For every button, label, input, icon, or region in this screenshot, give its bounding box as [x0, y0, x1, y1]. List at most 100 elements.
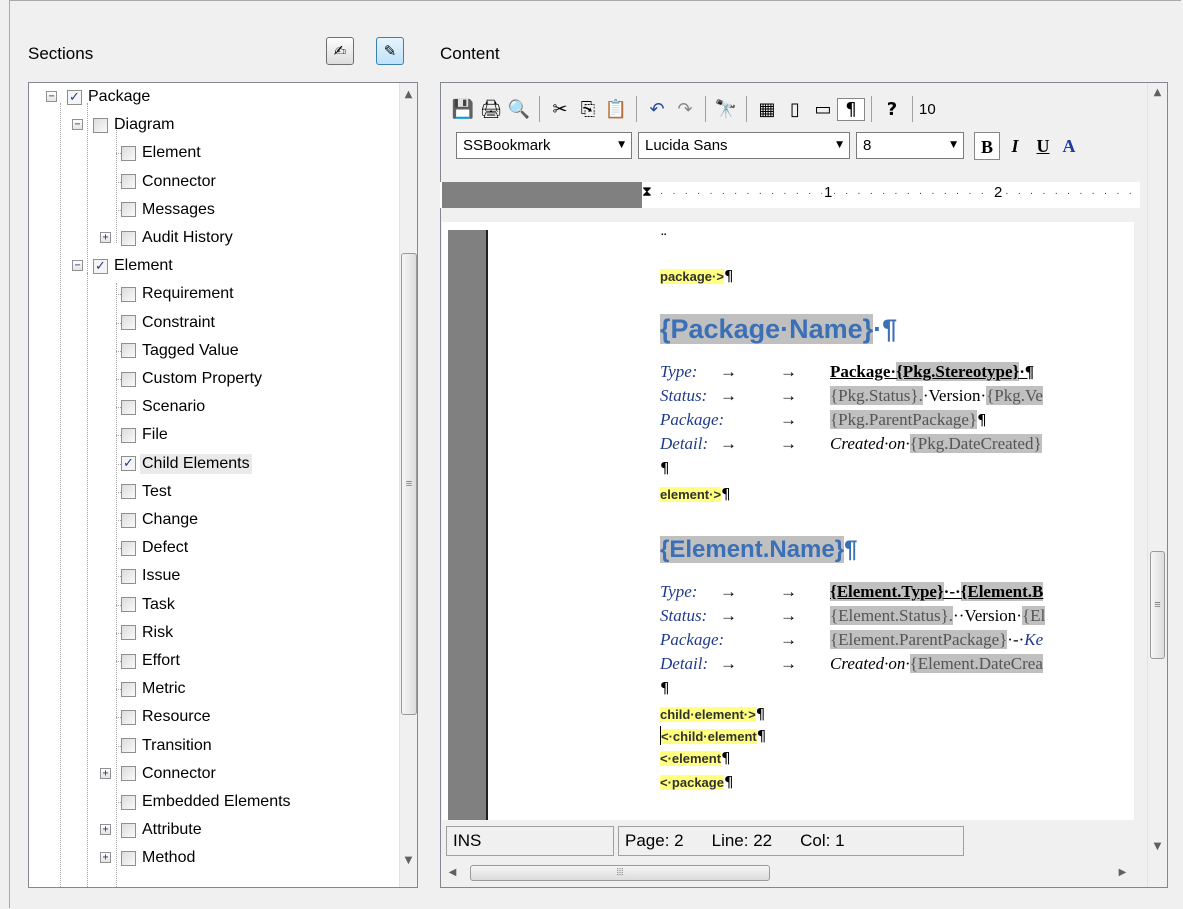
check-all-button[interactable]: ✍ [326, 37, 354, 65]
tree-item-custom-property[interactable]: Custom Property [121, 365, 264, 393]
tree-item-attribute[interactable]: Attribute [121, 816, 204, 844]
tree-item-connector[interactable]: Connector [121, 168, 218, 196]
checkbox[interactable] [121, 822, 136, 838]
checkbox[interactable] [121, 568, 136, 584]
collapse-icon[interactable]: − [72, 260, 83, 272]
editor-hscroll-thumb[interactable]: ⦙⦙⦙ [470, 865, 770, 881]
tree-item-resource[interactable]: Resource [121, 703, 212, 731]
redo-icon[interactable]: ↷ [671, 99, 699, 120]
copy-icon[interactable]: ⎘ [574, 99, 602, 120]
font-combo[interactable]: Lucida Sans ▼ [638, 132, 850, 159]
scroll-down-icon[interactable]: ▼ [1149, 841, 1166, 852]
tree-item-tagged-value[interactable]: Tagged Value [121, 337, 241, 365]
scroll-up-icon[interactable]: ▲ [400, 89, 417, 100]
checkbox[interactable] [121, 681, 136, 697]
scroll-left-icon[interactable]: ◀ [444, 867, 461, 878]
tree-item-effort[interactable]: Effort [121, 647, 182, 675]
checkbox[interactable] [121, 484, 136, 500]
checkbox[interactable] [121, 850, 136, 866]
expand-icon[interactable]: + [100, 767, 111, 779]
expand-icon[interactable]: + [100, 824, 111, 836]
tree-item-constraint[interactable]: Constraint [121, 309, 217, 337]
checkbox[interactable] [121, 145, 136, 161]
tree-item-task[interactable]: Task [121, 591, 177, 619]
checkbox[interactable] [121, 653, 136, 669]
underline-button[interactable]: U [1030, 132, 1056, 160]
font-color-button[interactable]: A [1056, 132, 1082, 160]
tree-item-risk[interactable]: Risk [121, 619, 175, 647]
tree-item-defect[interactable]: Defect [121, 534, 190, 562]
help-icon[interactable]: ? [878, 99, 906, 120]
checkbox[interactable] [121, 202, 136, 218]
tree-item-diagram[interactable]: Diagram [93, 111, 176, 139]
tree-vscroll-thumb[interactable]: ≡ [401, 253, 417, 715]
tree-item-element[interactable]: ✓ Element [93, 252, 175, 280]
show-formatting-icon[interactable]: ¶ [837, 97, 865, 121]
tree-vscrollbar[interactable]: ▲ ≡ ▼ [399, 83, 417, 887]
tree-item-messages[interactable]: Messages [121, 196, 217, 224]
checkbox[interactable] [121, 371, 136, 387]
tree-item-embedded-elements[interactable]: Embedded Elements [121, 788, 293, 816]
checkbox[interactable] [121, 597, 136, 613]
insert-field-icon[interactable]: ▦ [753, 99, 781, 120]
checkbox[interactable] [93, 117, 108, 133]
bold-button[interactable]: B [974, 132, 1000, 160]
checkbox[interactable] [121, 174, 136, 190]
tree-item-change[interactable]: Change [121, 506, 200, 534]
editor-hscrollbar[interactable]: ◀ ⦙⦙⦙ ▶ [442, 862, 1136, 884]
checkbox[interactable]: ✓ [93, 258, 108, 274]
print-preview-icon[interactable]: 🔍 [505, 99, 533, 120]
ruler[interactable]: ⧗ ······································… [440, 182, 1140, 208]
page-header-icon[interactable]: ▯ [781, 99, 809, 120]
expand-icon[interactable]: + [100, 852, 111, 864]
save-icon[interactable]: 💾 [449, 99, 477, 120]
expand-icon[interactable]: + [100, 232, 111, 243]
checkbox[interactable]: ✓ [121, 456, 136, 472]
zoom-value[interactable]: 10 [919, 101, 936, 118]
tree-item-method[interactable]: Method [121, 844, 197, 872]
italic-button[interactable]: I [1002, 132, 1028, 160]
checkbox[interactable] [121, 343, 136, 359]
checkbox[interactable]: ✓ [67, 89, 82, 105]
size-combo[interactable]: 8 ▼ [856, 132, 964, 159]
tree-item-file[interactable]: File [121, 421, 170, 449]
checkbox[interactable] [121, 512, 136, 528]
tree-item-issue[interactable]: Issue [121, 562, 182, 590]
uncheck-all-button[interactable]: ✎ [376, 37, 404, 65]
checkbox[interactable] [121, 427, 136, 443]
checkbox[interactable] [121, 286, 136, 302]
checkbox[interactable] [121, 738, 136, 754]
tree-item-audit-history[interactable]: Audit History [121, 224, 235, 252]
checkbox[interactable] [121, 230, 136, 246]
checkbox[interactable] [121, 709, 136, 725]
style-combo[interactable]: SSBookmark ▼ [456, 132, 632, 159]
tree-item-test[interactable]: Test [121, 478, 173, 506]
tree-item-element[interactable]: Element [121, 139, 203, 167]
tree-item-metric[interactable]: Metric [121, 675, 188, 703]
scroll-down-icon[interactable]: ▼ [400, 855, 417, 866]
cut-icon[interactable]: ✂ [546, 99, 574, 120]
collapse-icon[interactable]: − [72, 119, 83, 131]
checkbox[interactable] [121, 794, 136, 810]
print-icon[interactable]: 🖨 [477, 99, 505, 120]
document-page[interactable]: ¨ package·>¶ {Package·Name}·¶ Type: → → … [442, 222, 1134, 820]
editor-vscroll-thumb[interactable]: ≡ [1150, 551, 1165, 659]
tree-item-scenario[interactable]: Scenario [121, 393, 207, 421]
tree-item-requirement[interactable]: Requirement [121, 280, 236, 308]
page-footer-icon[interactable]: ▭ [809, 99, 837, 120]
collapse-icon[interactable]: − [46, 91, 57, 102]
undo-icon[interactable]: ↶ [643, 99, 671, 120]
find-icon[interactable]: 🔭 [712, 99, 740, 120]
checkbox[interactable] [121, 625, 136, 641]
tree-item-package[interactable]: ✓ Package [67, 83, 152, 111]
sections-tree[interactable]: − ✓ Package − Diagram Element Connector Message… [28, 82, 418, 888]
scroll-up-icon[interactable]: ▲ [1149, 87, 1166, 98]
tree-item-connector[interactable]: Connector [121, 760, 218, 788]
checkbox[interactable] [121, 315, 136, 331]
indent-marker-icon[interactable]: ⧗ [642, 184, 652, 200]
checkbox[interactable] [121, 766, 136, 782]
tree-item-transition[interactable]: Transition [121, 732, 214, 760]
scroll-right-icon[interactable]: ▶ [1114, 867, 1131, 878]
checkbox[interactable] [121, 399, 136, 415]
editor-vscrollbar[interactable]: ▲ ≡ ▼ [1147, 83, 1167, 887]
